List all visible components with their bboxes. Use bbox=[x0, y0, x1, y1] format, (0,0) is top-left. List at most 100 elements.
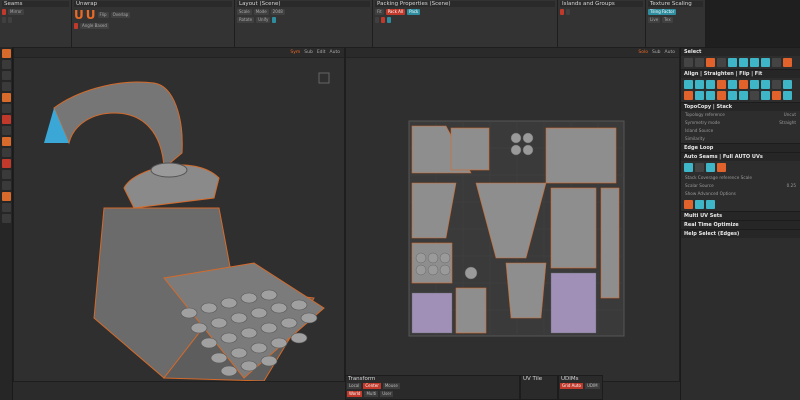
seam-mode-button[interactable] bbox=[2, 9, 6, 15]
align-icon[interactable] bbox=[695, 91, 704, 100]
user-button[interactable]: User bbox=[380, 391, 394, 397]
unwrap-auto-button[interactable] bbox=[74, 23, 78, 29]
show-advanced-options[interactable]: Show Advanced Options bbox=[681, 190, 800, 198]
auto-toggle[interactable]: Auto bbox=[330, 48, 340, 57]
real-time-optimize-section[interactable]: Real Time Optimize bbox=[681, 220, 800, 229]
mode-button[interactable]: Mode bbox=[253, 9, 269, 15]
edit-toggle[interactable]: Edit bbox=[317, 48, 326, 57]
uv-viewport[interactable]: Solo Sub Auto bbox=[345, 47, 680, 382]
island-button[interactable] bbox=[566, 9, 570, 15]
edge-loop-section[interactable]: Edge Loop bbox=[681, 143, 800, 152]
align-icon[interactable] bbox=[772, 91, 781, 100]
move-tool-icon[interactable] bbox=[2, 60, 11, 69]
flip-button[interactable]: Flip bbox=[97, 12, 109, 18]
tool-icon[interactable] bbox=[2, 137, 11, 146]
auto-uv-icon[interactable] bbox=[684, 200, 693, 209]
unwrap-tool-icon[interactable] bbox=[2, 93, 11, 102]
pack-all-button[interactable]: Pack All bbox=[385, 9, 406, 15]
island-button[interactable] bbox=[560, 9, 564, 15]
auto-seam-icon[interactable] bbox=[706, 163, 715, 172]
auto-seam-icon[interactable] bbox=[717, 163, 726, 172]
tex-button[interactable]: Tex bbox=[662, 17, 673, 23]
select-icon[interactable] bbox=[783, 58, 792, 67]
align-icon[interactable] bbox=[750, 80, 759, 89]
select-icon[interactable] bbox=[717, 58, 726, 67]
tool-icon[interactable] bbox=[2, 203, 11, 212]
layout-toggle[interactable] bbox=[272, 17, 277, 23]
tool-icon[interactable] bbox=[2, 192, 11, 201]
align-icon[interactable] bbox=[783, 80, 792, 89]
sub-toggle[interactable]: Sub bbox=[304, 48, 313, 57]
angle-based-button[interactable]: Angle Based bbox=[80, 23, 109, 29]
tiling-factor-button[interactable]: Tiling Factor bbox=[648, 9, 677, 15]
select-icon[interactable] bbox=[695, 58, 704, 67]
multi-uv-sets-section[interactable]: Multi UV Sets bbox=[681, 211, 800, 220]
unwrap-u2-icon[interactable]: U bbox=[86, 9, 96, 21]
mirror-button[interactable]: Mirror bbox=[8, 9, 24, 15]
similarity-row[interactable]: Similarity bbox=[681, 135, 800, 143]
stack-coverage-row[interactable]: Stack Coverage reference Scale bbox=[681, 174, 800, 182]
view-cube-icon[interactable] bbox=[318, 72, 330, 84]
align-icon[interactable] bbox=[717, 80, 726, 89]
align-section[interactable]: Align | Straighten | Flip | Fit bbox=[681, 69, 800, 78]
uv-auto-toggle[interactable]: Auto bbox=[665, 48, 675, 57]
tool-icon[interactable] bbox=[2, 181, 11, 190]
select-icon[interactable] bbox=[750, 58, 759, 67]
align-icon[interactable] bbox=[750, 91, 759, 100]
tool-icon[interactable] bbox=[2, 214, 11, 223]
select-icon[interactable] bbox=[761, 58, 770, 67]
select-icon[interactable] bbox=[706, 58, 715, 67]
unwrap-u-icon[interactable]: U bbox=[74, 9, 84, 21]
uv-sub-toggle[interactable]: Sub bbox=[652, 48, 661, 57]
auto-seam-icon[interactable] bbox=[695, 163, 704, 172]
pack-button[interactable]: Pack bbox=[407, 9, 421, 15]
udim-button[interactable]: UDIM bbox=[584, 383, 600, 389]
select-icon[interactable] bbox=[728, 58, 737, 67]
solo-toggle[interactable]: Solo bbox=[638, 48, 648, 57]
tool-icon[interactable] bbox=[2, 104, 11, 113]
local-button[interactable]: Local bbox=[347, 383, 362, 389]
live-button[interactable]: Live bbox=[648, 17, 661, 23]
3d-model-view[interactable] bbox=[14, 58, 344, 382]
help-select-section[interactable]: Help Select (Edges) bbox=[681, 229, 800, 238]
topology-reference-row[interactable]: Topology reference Uncut bbox=[681, 111, 800, 119]
align-icon[interactable] bbox=[761, 91, 770, 100]
tool-icon[interactable] bbox=[2, 126, 11, 135]
auto-seams-section[interactable]: Auto Seams | Full AUTO UVs bbox=[681, 152, 800, 161]
select-icon[interactable] bbox=[684, 58, 693, 67]
resolution-field[interactable]: 2048 bbox=[270, 9, 285, 15]
rotate-tool-icon[interactable] bbox=[2, 71, 11, 80]
align-icon[interactable] bbox=[684, 91, 693, 100]
grid-auto-button[interactable]: Grid Auto bbox=[560, 383, 583, 389]
select-icon[interactable] bbox=[772, 58, 781, 67]
align-icon[interactable] bbox=[761, 80, 770, 89]
align-icon[interactable] bbox=[739, 80, 748, 89]
select-section[interactable]: Select bbox=[681, 47, 800, 56]
select-icon[interactable] bbox=[739, 58, 748, 67]
seam-option[interactable] bbox=[2, 17, 6, 23]
align-icon[interactable] bbox=[706, 80, 715, 89]
uv-layout-view[interactable] bbox=[346, 58, 679, 381]
mouse-button[interactable]: Mouse bbox=[382, 383, 400, 389]
tool-icon[interactable] bbox=[2, 170, 11, 179]
align-icon[interactable] bbox=[772, 80, 781, 89]
align-icon[interactable] bbox=[783, 91, 792, 100]
align-icon[interactable] bbox=[717, 91, 726, 100]
seam-tool-icon[interactable] bbox=[2, 115, 11, 124]
pack-option[interactable] bbox=[375, 17, 379, 23]
align-icon[interactable] bbox=[739, 91, 748, 100]
pack-option[interactable] bbox=[381, 17, 385, 23]
tool-icon[interactable] bbox=[2, 159, 11, 168]
align-icon[interactable] bbox=[706, 91, 715, 100]
sym-toggle[interactable]: Sym bbox=[290, 48, 300, 57]
select-tool-icon[interactable] bbox=[2, 49, 11, 58]
topocopy-section[interactable]: TopoCopy | Stack bbox=[681, 102, 800, 111]
auto-seam-icon[interactable] bbox=[684, 163, 693, 172]
island-source-row[interactable]: Island Source bbox=[681, 127, 800, 135]
center-button[interactable]: Center bbox=[363, 383, 381, 389]
multi-button[interactable]: Multi bbox=[364, 391, 379, 397]
symmetry-mode-row[interactable]: Symmetry mode Straight bbox=[681, 119, 800, 127]
align-icon[interactable] bbox=[728, 91, 737, 100]
seam-option[interactable] bbox=[8, 17, 12, 23]
overlap-button[interactable]: Overlap bbox=[110, 12, 131, 18]
